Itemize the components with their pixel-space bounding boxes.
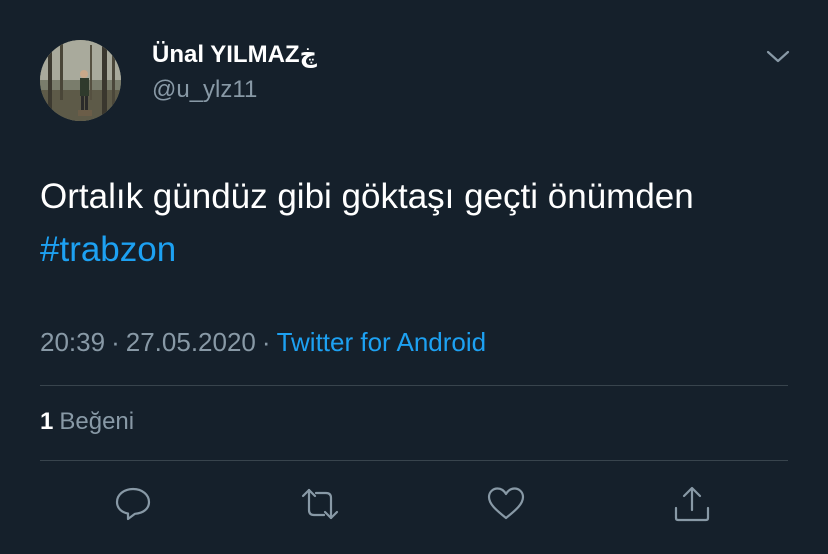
share-icon (674, 486, 710, 522)
like-button[interactable] (486, 484, 526, 524)
author-name-text: Ünal YILMAZ (152, 41, 300, 68)
like-icon (487, 487, 525, 520)
share-button[interactable] (672, 484, 712, 524)
tweet-body: Ortalık gündüz gibi göktaşı geçti önümde… (40, 170, 800, 276)
tweet-text: Ortalık gündüz gibi göktaşı geçti önümde… (40, 177, 694, 216)
avatar[interactable] (40, 40, 121, 121)
divider (40, 460, 788, 461)
tweet-date: 27.05.2020 (125, 327, 256, 357)
meta-separator: · (261, 327, 271, 357)
likes-count: 1 (40, 408, 54, 435)
tweet-metadata: 20:39 · 27.05.2020 · Twitter for Android (40, 327, 486, 358)
avatar-photo (40, 40, 121, 121)
retweet-icon (301, 488, 339, 520)
reply-button[interactable] (113, 484, 153, 524)
tweet-card: Ünal YILMAZڿ @u_ylz11 Ortalık gündüz gib… (0, 0, 828, 554)
tweet-source-link[interactable]: Twitter for Android (277, 327, 487, 357)
likes-label: Beğeni (59, 408, 135, 435)
likes-stat[interactable]: 1 Beğeni (40, 408, 134, 436)
author-handle[interactable]: @u_ylz11 (152, 76, 257, 104)
reply-icon (115, 487, 151, 521)
tweet-time: 20:39 (40, 327, 106, 357)
meta-separator: · (111, 327, 120, 357)
divider (40, 385, 788, 386)
hashtag-link[interactable]: #trabzon (40, 223, 800, 276)
author-display-name[interactable]: Ünal YILMAZڿ (152, 40, 317, 69)
retweet-button[interactable] (300, 484, 340, 524)
author-name-emoji: ڿ (299, 41, 317, 68)
more-options-chevron-down-icon[interactable] (764, 47, 792, 67)
